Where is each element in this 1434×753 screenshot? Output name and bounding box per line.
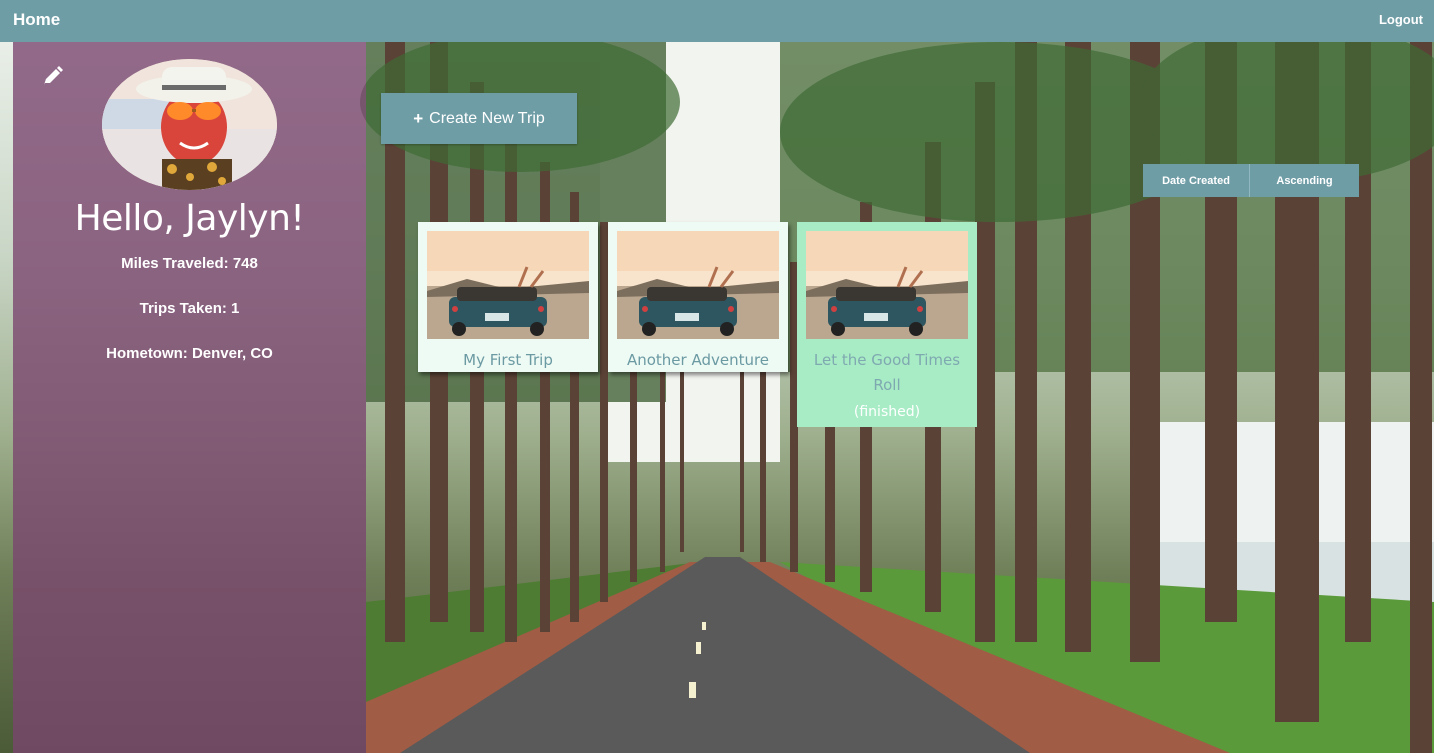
trip-title: My First Trip (463, 351, 553, 369)
profile-sidebar: Hello, Jaylyn! Miles Traveled: 748 Trips… (13, 42, 366, 753)
top-navbar: Home Logout (0, 0, 1434, 42)
create-new-trip-button[interactable]: + Create New Trip (381, 93, 577, 144)
trip-thumbnail-image (806, 231, 968, 339)
trips-taken-stat: Trips Taken: 1 (139, 300, 240, 317)
logout-link[interactable]: Logout (1379, 12, 1423, 27)
trip-thumbnail-image (427, 231, 589, 339)
plus-icon: + (413, 108, 424, 128)
trip-title: Let the Good Times Roll (813, 351, 961, 394)
trip-thumbnail-image (617, 231, 779, 339)
sort-field-button[interactable]: Date Created (1143, 164, 1250, 197)
trip-card-finished[interactable]: Let the Good Times Roll (finished) (797, 222, 977, 427)
miles-traveled-stat: Miles Traveled: 748 (121, 255, 258, 272)
sort-order-button[interactable]: Ascending (1250, 164, 1359, 197)
home-link[interactable]: Home (13, 10, 60, 30)
trip-card[interactable]: My First Trip (418, 222, 598, 372)
create-new-trip-label: Create New Trip (429, 109, 545, 127)
trip-title: Another Adventure (626, 351, 770, 369)
greeting-heading: Hello, Jaylyn! (74, 198, 305, 239)
trip-status-label: (finished) (853, 404, 921, 420)
pencil-icon[interactable] (41, 64, 65, 88)
trip-card[interactable]: Another Adventure (608, 222, 788, 372)
sort-controls: Date Created Ascending (1143, 164, 1359, 197)
avatar (102, 59, 277, 190)
hometown-stat: Hometown: Denver, CO (106, 345, 273, 362)
